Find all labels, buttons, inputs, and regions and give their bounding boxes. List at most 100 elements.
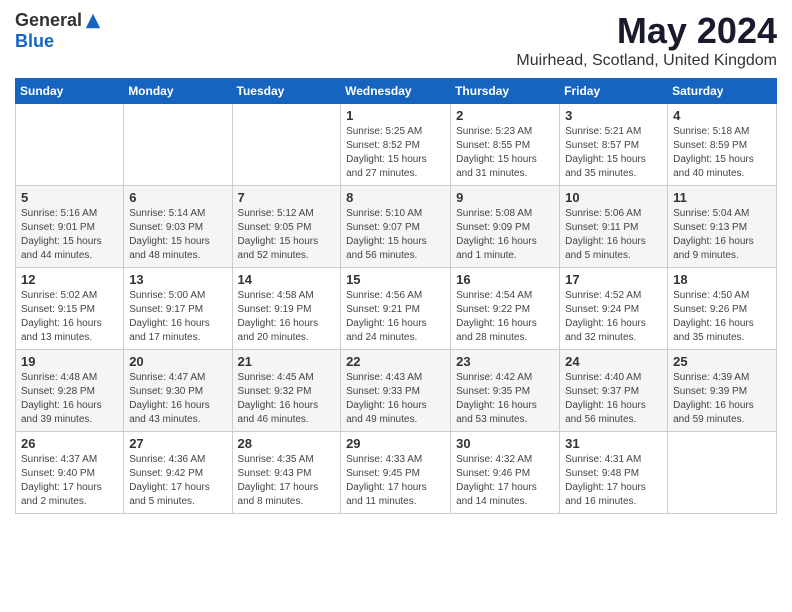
day-number: 24 [565,354,662,369]
day-info: Sunrise: 4:33 AMSunset: 9:45 PMDaylight:… [346,453,445,509]
day-number: 1 [346,108,445,123]
day-number: 2 [456,108,554,123]
day-info: Sunrise: 5:23 AMSunset: 8:55 PMDaylight:… [456,125,554,181]
calendar-cell: 23Sunrise: 4:42 AMSunset: 9:35 PMDayligh… [451,350,560,432]
calendar-cell: 9Sunrise: 5:08 AMSunset: 9:09 PMDaylight… [451,186,560,268]
calendar-cell: 19 Sunrise: 4:48 AMSunset: 9:28 PMDayligh… [16,350,124,432]
day-number: 15 [346,272,445,287]
day-info: Sunrise: 5:04 AMSunset: 9:13 PMDaylight:… [673,207,771,263]
calendar-cell: 12Sunrise: 5:02 AMSunset: 9:15 PMDayligh… [16,268,124,350]
logo-general: General [15,10,82,31]
day-number: 22 [346,354,445,369]
day-info: Sunrise: 5:10 AMSunset: 9:07 PMDaylight:… [346,207,445,263]
calendar-cell: 5Sunrise: 5:16 AMSunset: 9:01 PMDaylight… [16,186,124,268]
day-number: 17 [565,272,662,287]
logo: General Blue [15,10,102,52]
calendar-header-friday: Friday [560,79,668,104]
calendar-cell [232,104,341,186]
calendar-header-saturday: Saturday [668,79,777,104]
calendar-cell: 7Sunrise: 5:12 AMSunset: 9:05 PMDaylight… [232,186,341,268]
logo-blue: Blue [15,31,54,52]
day-info: Sunrise: 4:50 AMSunset: 9:26 PMDaylight:… [673,289,771,345]
calendar-cell: 14 Sunrise: 4:58 AMSunset: 9:19 PMDayligh… [232,268,341,350]
calendar-week-row: 12Sunrise: 5:02 AMSunset: 9:15 PMDayligh… [16,268,777,350]
day-info: Sunrise: 4:43 AMSunset: 9:33 PMDaylight:… [346,371,445,427]
day-number: 20 [129,354,226,369]
day-info: Sunrise: 4:58 AMSunset: 9:19 PMDaylight:… [238,289,336,345]
calendar-header-wednesday: Wednesday [341,79,451,104]
day-number: 8 [346,190,445,205]
day-number: 27 [129,436,226,451]
day-number: 16 [456,272,554,287]
day-number: 4 [673,108,771,123]
calendar-cell: 26Sunrise: 4:37 AMSunset: 9:40 PMDayligh… [16,432,124,514]
day-info: Sunrise: 5:18 AMSunset: 8:59 PMDaylight:… [673,125,771,181]
calendar-cell [124,104,232,186]
day-info: Sunrise: 4:35 AMSunset: 9:43 PMDaylight:… [238,453,336,509]
logo-icon [84,12,102,30]
calendar-cell: 4 Sunrise: 5:18 AMSunset: 8:59 PMDaylight… [668,104,777,186]
calendar-cell [668,432,777,514]
title-area: May 2024 Muirhead, Scotland, United King… [516,10,777,70]
day-info: Sunrise: 4:37 AMSunset: 9:40 PMDaylight:… [21,453,118,509]
day-number: 30 [456,436,554,451]
day-info: Sunrise: 5:14 AMSunset: 9:03 PMDaylight:… [129,207,226,263]
calendar-cell: 22 Sunrise: 4:43 AMSunset: 9:33 PMDayligh… [341,350,451,432]
calendar-cell: 20 Sunrise: 4:47 AMSunset: 9:30 PMDayligh… [124,350,232,432]
month-title: May 2024 [516,10,777,52]
calendar-cell: 13 Sunrise: 5:00 AMSunset: 9:17 PMDayligh… [124,268,232,350]
day-info: Sunrise: 4:32 AMSunset: 9:46 PMDaylight:… [456,453,554,509]
calendar-cell: 1 Sunrise: 5:25 AMSunset: 8:52 PMDaylight… [341,104,451,186]
calendar-header-thursday: Thursday [451,79,560,104]
day-info: Sunrise: 5:12 AMSunset: 9:05 PMDaylight:… [238,207,336,263]
calendar-cell: 30 Sunrise: 4:32 AMSunset: 9:46 PMDayligh… [451,432,560,514]
day-number: 21 [238,354,336,369]
day-info: Sunrise: 4:48 AMSunset: 9:28 PMDaylight:… [21,371,118,427]
page-header: General Blue May 2024 Muirhead, Scotland… [15,10,777,70]
calendar-cell: 31 Sunrise: 4:31 AMSunset: 9:48 PMDayligh… [560,432,668,514]
calendar-week-row: 19 Sunrise: 4:48 AMSunset: 9:28 PMDayligh… [16,350,777,432]
day-info: Sunrise: 5:25 AMSunset: 8:52 PMDaylight:… [346,125,445,181]
day-info: Sunrise: 4:40 AMSunset: 9:37 PMDaylight:… [565,371,662,427]
day-info: Sunrise: 4:42 AMSunset: 9:35 PMDaylight:… [456,371,554,427]
calendar-cell: 6 Sunrise: 5:14 AMSunset: 9:03 PMDaylight… [124,186,232,268]
day-number: 18 [673,272,771,287]
calendar-header-sunday: Sunday [16,79,124,104]
calendar-cell: 18 Sunrise: 4:50 AMSunset: 9:26 PMDayligh… [668,268,777,350]
day-info: Sunrise: 5:06 AMSunset: 9:11 PMDaylight:… [565,207,662,263]
day-number: 14 [238,272,336,287]
day-info: Sunrise: 4:56 AMSunset: 9:21 PMDaylight:… [346,289,445,345]
day-info: Sunrise: 4:47 AMSunset: 9:30 PMDaylight:… [129,371,226,427]
calendar-cell: 11 Sunrise: 5:04 AMSunset: 9:13 PMDayligh… [668,186,777,268]
day-info: Sunrise: 4:31 AMSunset: 9:48 PMDaylight:… [565,453,662,509]
day-info: Sunrise: 5:21 AMSunset: 8:57 PMDaylight:… [565,125,662,181]
calendar-cell: 25 Sunrise: 4:39 AMSunset: 9:39 PMDayligh… [668,350,777,432]
day-info: Sunrise: 4:39 AMSunset: 9:39 PMDaylight:… [673,371,771,427]
calendar-header-row: SundayMondayTuesdayWednesdayThursdayFrid… [16,79,777,104]
calendar-cell: 10 Sunrise: 5:06 AMSunset: 9:11 PMDayligh… [560,186,668,268]
day-number: 19 [21,354,118,369]
day-number: 9 [456,190,554,205]
location-title: Muirhead, Scotland, United Kingdom [516,52,777,70]
day-info: Sunrise: 5:00 AMSunset: 9:17 PMDaylight:… [129,289,226,345]
day-number: 31 [565,436,662,451]
calendar-cell: 27 Sunrise: 4:36 AMSunset: 9:42 PMDayligh… [124,432,232,514]
calendar-week-row: 5Sunrise: 5:16 AMSunset: 9:01 PMDaylight… [16,186,777,268]
calendar-cell: 28 Sunrise: 4:35 AMSunset: 9:43 PMDayligh… [232,432,341,514]
day-number: 13 [129,272,226,287]
day-number: 29 [346,436,445,451]
calendar-cell: 15 Sunrise: 4:56 AMSunset: 9:21 PMDayligh… [341,268,451,350]
day-number: 25 [673,354,771,369]
day-number: 28 [238,436,336,451]
calendar-cell: 29 Sunrise: 4:33 AMSunset: 9:45 PMDayligh… [341,432,451,514]
calendar-cell: 3 Sunrise: 5:21 AMSunset: 8:57 PMDaylight… [560,104,668,186]
day-number: 10 [565,190,662,205]
day-number: 6 [129,190,226,205]
calendar-header-monday: Monday [124,79,232,104]
calendar-cell: 16 Sunrise: 4:54 AMSunset: 9:22 PMDayligh… [451,268,560,350]
day-info: Sunrise: 4:36 AMSunset: 9:42 PMDaylight:… [129,453,226,509]
day-number: 3 [565,108,662,123]
calendar-cell: 8 Sunrise: 5:10 AMSunset: 9:07 PMDaylight… [341,186,451,268]
day-info: Sunrise: 4:54 AMSunset: 9:22 PMDaylight:… [456,289,554,345]
day-number: 11 [673,190,771,205]
